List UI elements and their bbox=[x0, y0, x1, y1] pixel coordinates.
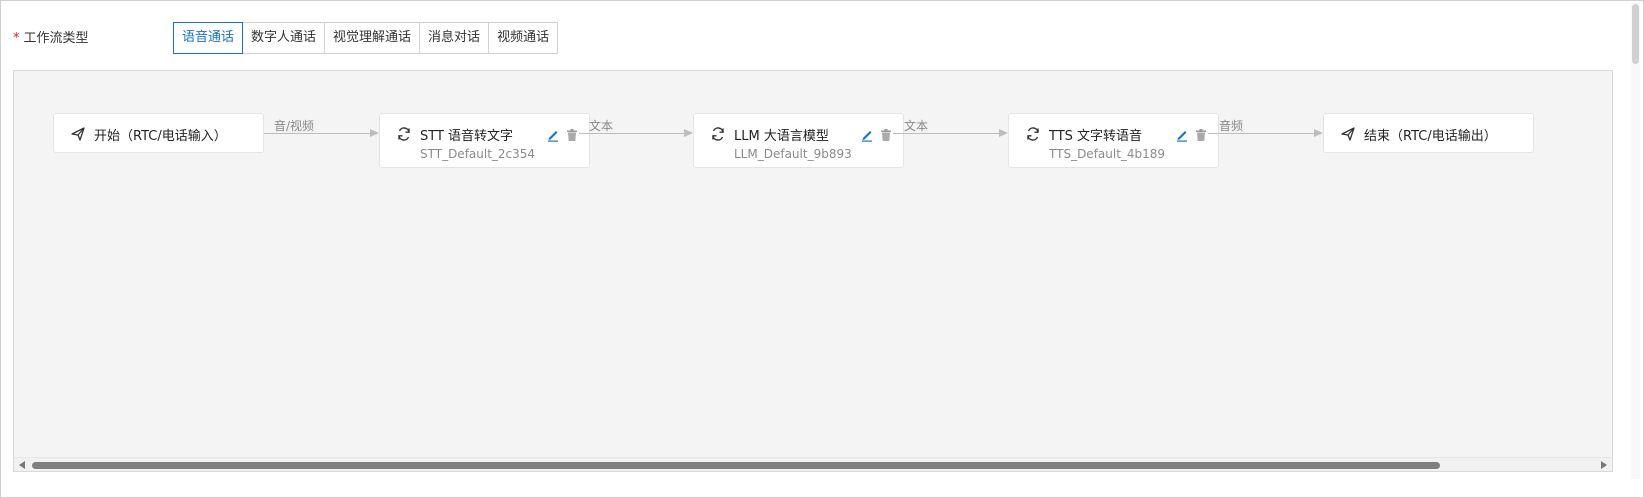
send-icon bbox=[70, 126, 86, 142]
workflow-type-label: * 工作流类型 bbox=[13, 29, 89, 49]
refresh-icon bbox=[1025, 126, 1041, 142]
edit-icon[interactable] bbox=[546, 127, 560, 142]
edit-icon[interactable] bbox=[860, 127, 874, 142]
edge-label-text-1: 文本 bbox=[589, 119, 614, 133]
workflow-type-tabs: 语音通话 数字人通话 视觉理解通话 消息对话 视频通话 bbox=[173, 22, 559, 54]
node-start-title: 开始（RTC/电话输入） bbox=[94, 129, 227, 144]
node-llm[interactable]: LLM 大语言模型 LLM_Default_9b893 bbox=[693, 113, 904, 168]
delete-icon[interactable] bbox=[879, 127, 893, 141]
node-stt-subtitle: STT_Default_2c354 bbox=[420, 147, 536, 161]
workflow-canvas-area: 开始（RTC/电话输入） 音/视频 STT 语音转文字 STT_Default_… bbox=[14, 71, 1612, 457]
required-mark: * bbox=[13, 31, 20, 46]
workflow-canvas: 开始（RTC/电话输入） 音/视频 STT 语音转文字 STT_Default_… bbox=[13, 70, 1613, 472]
tab-voice-call[interactable]: 语音通话 bbox=[173, 22, 244, 54]
scroll-left-icon[interactable] bbox=[19, 461, 25, 469]
tab-digital-human-call[interactable]: 数字人通话 bbox=[243, 22, 326, 54]
node-llm-subtitle: LLM_Default_9b893 bbox=[734, 147, 852, 161]
node-start[interactable]: 开始（RTC/电话输入） bbox=[53, 113, 264, 153]
refresh-icon bbox=[710, 126, 726, 142]
send-icon bbox=[1340, 126, 1356, 142]
edge-label-text-2: 文本 bbox=[904, 119, 929, 133]
canvas-horizontal-scrollbar[interactable] bbox=[14, 457, 1612, 471]
edge-label-audio: 音频 bbox=[1219, 119, 1244, 133]
tab-vision-call[interactable]: 视觉理解通话 bbox=[325, 22, 421, 54]
node-llm-title: LLM 大语言模型 bbox=[734, 129, 829, 144]
page-vertical-scrollbar[interactable] bbox=[1631, 3, 1640, 479]
node-end[interactable]: 结束（RTC/电话输出） bbox=[1323, 113, 1534, 153]
scroll-right-icon[interactable] bbox=[1601, 461, 1607, 469]
delete-icon[interactable] bbox=[1194, 127, 1208, 141]
workflow-settings-panel: * 工作流类型 语音通话 数字人通话 视觉理解通话 消息对话 视频通话 开始（RT… bbox=[0, 0, 1644, 498]
tab-message-chat[interactable]: 消息对话 bbox=[420, 22, 490, 54]
node-tts-title: TTS 文字转语音 bbox=[1049, 129, 1143, 144]
workflow-type-label-text: 工作流类型 bbox=[23, 31, 89, 46]
scrollbar-thumb[interactable] bbox=[32, 462, 1440, 469]
tab-video-call[interactable]: 视频通话 bbox=[489, 22, 559, 54]
node-end-title: 结束（RTC/电话输出） bbox=[1364, 129, 1497, 144]
page-scrollbar-thumb[interactable] bbox=[1632, 4, 1639, 64]
delete-icon[interactable] bbox=[565, 127, 579, 141]
refresh-icon bbox=[396, 126, 412, 142]
node-stt[interactable]: STT 语音转文字 STT_Default_2c354 bbox=[379, 113, 590, 168]
edge-label-audio-video: 音/视频 bbox=[274, 119, 315, 133]
node-tts-subtitle: TTS_Default_4b189 bbox=[1049, 147, 1166, 161]
node-stt-title: STT 语音转文字 bbox=[420, 129, 514, 144]
edit-icon[interactable] bbox=[1175, 127, 1189, 142]
node-tts[interactable]: TTS 文字转语音 TTS_Default_4b189 bbox=[1008, 113, 1219, 168]
